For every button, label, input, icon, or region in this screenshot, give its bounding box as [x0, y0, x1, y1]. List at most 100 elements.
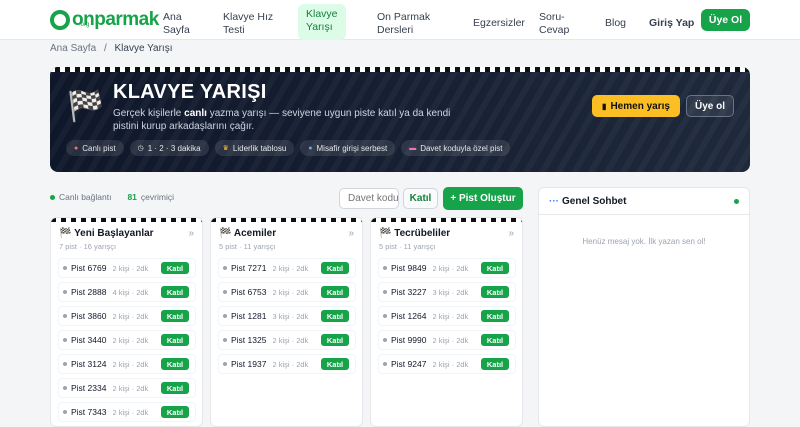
bullet-icon	[63, 266, 67, 270]
track-meta: 2 kişi · 2dk	[112, 359, 149, 369]
nav-item-login[interactable]: Giriş Yap	[641, 13, 702, 34]
track-meta: 2 kişi · 2dk	[112, 407, 149, 417]
join-track-button[interactable]: Katıl	[161, 334, 189, 346]
column-title: 🏁 Tecrübeliler	[379, 228, 451, 239]
chip-guest: ● Misafir girişi serbest	[300, 140, 396, 156]
chevrons-icon[interactable]: »	[348, 228, 354, 239]
trophy-icon: ♛	[222, 145, 229, 152]
nav-item-speed-test[interactable]: Klavye Hız Testi	[215, 7, 281, 41]
bullet-icon	[223, 266, 227, 270]
join-track-button[interactable]: Katıl	[161, 262, 189, 274]
bullet-icon	[383, 338, 387, 342]
logo-ring-icon	[50, 10, 70, 30]
track-name: Pist 9247	[391, 359, 427, 369]
track-name: Pist 1937	[231, 359, 267, 369]
nav-item-exercises[interactable]: Egzersizler	[465, 13, 533, 34]
chevrons-icon[interactable]: »	[188, 228, 194, 239]
track-row: Pist 9247 2 kişi · 2dk Katıl	[378, 354, 516, 374]
join-track-button[interactable]: Katıl	[481, 334, 509, 346]
track-meta: 2 kişi · 2dk	[272, 263, 309, 273]
chip-private: ▬ Davet koduyla özel pist	[401, 140, 511, 156]
bullet-icon	[63, 410, 67, 414]
bullet-icon	[383, 290, 387, 294]
join-track-button[interactable]: Katıl	[481, 262, 509, 274]
track-row: Pist 3440 2 kişi · 2dk Katıl	[58, 330, 196, 350]
join-track-button[interactable]: Katıl	[321, 334, 349, 346]
track-name: Pist 6769	[71, 263, 107, 273]
chat-online-dot-icon	[734, 199, 739, 204]
track-row: Pist 7271 2 kişi · 2dk Katıl	[218, 258, 356, 278]
track-name: Pist 7343	[71, 407, 107, 417]
bullet-icon	[223, 290, 227, 294]
track-name: Pist 3860	[71, 311, 107, 321]
track-meta: 2 kişi · 2dk	[272, 335, 309, 345]
bullet-icon	[63, 314, 67, 318]
chip-live: ● Canlı pist	[66, 140, 124, 156]
invite-code-input[interactable]	[339, 188, 399, 209]
join-track-button[interactable]: Katıl	[481, 286, 509, 298]
join-track-button[interactable]: Katıl	[481, 310, 509, 322]
chat-empty-message: Henüz mesaj yok. İlk yazan sen ol!	[582, 237, 706, 246]
join-track-button[interactable]: Katıl	[161, 406, 189, 418]
join-track-button[interactable]: Katıl	[161, 358, 189, 370]
bullet-icon	[383, 266, 387, 270]
nav-item-blog[interactable]: Blog	[597, 13, 634, 34]
column-beginners: 🏁 Yeni Başlayanlar 7 pist · 16 yarışçı »…	[50, 217, 203, 427]
race-icon: ▮	[602, 101, 607, 111]
join-track-button[interactable]: Katıl	[321, 286, 349, 298]
track-name: Pist 3124	[71, 359, 107, 369]
track-row: Pist 9849 2 kişi · 2dk Katıl	[378, 258, 516, 278]
top-nav: onparmak .org Ana Sayfa Klavye Hız Testi…	[0, 0, 800, 40]
track-row: Pist 1264 2 kişi · 2dk Katıl	[378, 306, 516, 326]
track-row: Pist 3124 2 kişi · 2dk Katıl	[58, 354, 196, 374]
online-label: çevrimiçi	[140, 192, 174, 202]
join-track-button[interactable]: Katıl	[161, 286, 189, 298]
checkered-strip	[51, 218, 202, 222]
track-list: Pist 7271 2 kişi · 2dk Katıl Pist 6753 2 kiş…	[218, 258, 356, 378]
join-track-button[interactable]: Katıl	[161, 310, 189, 322]
track-name: Pist 3440	[71, 335, 107, 345]
hero-signup-button[interactable]: Üye ol	[686, 95, 734, 117]
chevrons-icon[interactable]: »	[508, 228, 514, 239]
bullet-icon	[63, 386, 67, 390]
track-row: Pist 9990 2 kişi · 2dk Katıl	[378, 330, 516, 350]
nav-item-lessons[interactable]: On Parmak Dersleri	[369, 7, 438, 41]
join-track-button[interactable]: Katıl	[481, 358, 509, 370]
bullet-icon	[223, 362, 227, 366]
signup-button[interactable]: Üye Ol	[701, 9, 750, 31]
nav-item-home[interactable]: Ana Sayfa	[155, 7, 198, 41]
breadcrumb-home[interactable]: Ana Sayfa	[50, 43, 96, 54]
breadcrumb-separator: /	[103, 43, 107, 54]
track-meta: 2 kişi · 2dk	[112, 263, 149, 273]
track-list: Pist 9849 2 kişi · 2dk Katıl Pist 3227 3 kiş…	[378, 258, 516, 378]
breadcrumb-current: Klavye Yarışı	[114, 43, 173, 54]
nav-item-race[interactable]: Klavye Yarışı	[298, 4, 346, 40]
race-now-button[interactable]: ▮ Hemen yarış	[592, 95, 680, 117]
column-title: 🏁 Yeni Başlayanlar	[59, 228, 154, 239]
column-experienced: 🏁 Tecrübeliler 5 pist · 11 yarışçı » Pis…	[370, 217, 523, 427]
track-meta: 2 kişi · 2dk	[272, 287, 309, 297]
logo[interactable]: onparmak	[50, 9, 159, 31]
chat-bubble-icon: ···	[549, 196, 559, 207]
column-title: 🏁 Acemiler	[219, 228, 277, 239]
connection-status: Canlı bağlantı 81 çevrimiçi	[50, 192, 174, 202]
track-name: Pist 3227	[391, 287, 427, 297]
join-track-button[interactable]: Katıl	[161, 382, 189, 394]
track-meta: 2 kişi · 2dk	[432, 335, 469, 345]
track-meta: 2 kişi · 2dk	[272, 359, 309, 369]
create-track-button[interactable]: + Pist Oluştur	[443, 187, 523, 210]
join-by-code-button[interactable]: Katıl	[403, 188, 438, 209]
logo-suffix: .org	[79, 22, 90, 28]
join-track-button[interactable]: Katıl	[321, 262, 349, 274]
track-row: Pist 1937 2 kişi · 2dk Katıl	[218, 354, 356, 374]
join-track-button[interactable]: Katıl	[321, 358, 349, 370]
bullet-icon	[223, 314, 227, 318]
join-track-button[interactable]: Katıl	[321, 310, 349, 322]
track-name: Pist 1264	[391, 311, 427, 321]
bullet-icon	[63, 362, 67, 366]
track-row: Pist 2888 4 kişi · 2dk Katıl	[58, 282, 196, 302]
track-row: Pist 3860 2 kişi · 2dk Katıl	[58, 306, 196, 326]
nav-item-qa[interactable]: Soru- Cevap	[531, 7, 577, 41]
hero-banner: 🏁 KLAVYE YARIŞI Gerçek kişilerle canlı y…	[50, 67, 750, 172]
track-name: Pist 7271	[231, 263, 267, 273]
